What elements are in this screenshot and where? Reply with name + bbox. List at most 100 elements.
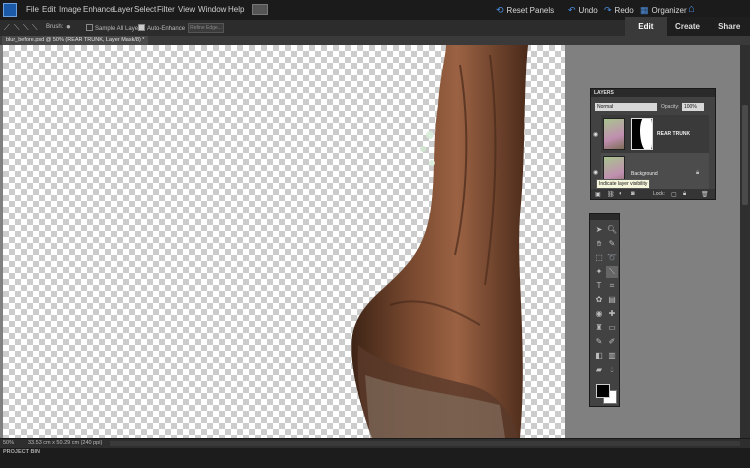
menu-file[interactable]: File (26, 5, 39, 14)
menu-select[interactable]: Select (134, 5, 156, 14)
mask-shape (640, 119, 652, 149)
selection-tool-icon[interactable]: ⟋ (4, 23, 10, 33)
lasso-tool-icon[interactable]: ➰ (606, 252, 618, 264)
lock-transparency-icon[interactable]: ▢ (671, 191, 677, 198)
toolbox-header[interactable] (590, 214, 619, 220)
menu-enhance[interactable]: Enhance (83, 5, 115, 14)
visibility-tooltip: Indicate layer visibility (596, 179, 651, 189)
brush-picker-icon[interactable]: ● (66, 22, 71, 31)
undo-icon: ↶ (568, 5, 576, 15)
blur-tool-icon[interactable]: ▰ (593, 364, 605, 376)
layers-panel-title[interactable]: LAYERS (591, 89, 715, 97)
organizer-button[interactable]: ▦ Organizer (640, 5, 687, 16)
marquee-tool-icon[interactable]: ⬚ (593, 252, 605, 264)
organizer-label: Organizer (651, 6, 687, 15)
hand-tool-icon[interactable]: ✋︎ (593, 238, 605, 250)
opacity-label: Opacity: (661, 104, 680, 110)
eraser-tool-icon[interactable]: ▭ (606, 322, 618, 334)
menu-help[interactable]: Help (228, 5, 244, 14)
project-bin-label[interactable]: PROJECT BIN (3, 449, 40, 455)
tab-create[interactable]: Create (666, 17, 709, 37)
menu-image[interactable]: Image (59, 5, 81, 14)
project-bin: PROJECT BIN (0, 448, 750, 468)
menu-window[interactable]: Window (198, 5, 226, 14)
document-tab[interactable]: blur_before.psd @ 50% (REAR TRUNK, Layer… (2, 36, 149, 45)
undo-label: Undo (578, 6, 598, 15)
checkbox-icon (86, 24, 93, 31)
lock-all-icon[interactable]: 🔒︎ (683, 191, 686, 198)
redo-icon: ↷ (604, 5, 612, 15)
brush-label: Brush: (46, 24, 64, 30)
blend-mode-select[interactable]: Normal (595, 103, 657, 111)
layer-row-rear-trunk[interactable]: ◉ REAR TRUNK (593, 115, 709, 153)
auto-enhance-checkbox[interactable]: Auto-Enhance (138, 24, 185, 32)
layer-thumbnail (603, 118, 625, 150)
healing-brush-tool-icon[interactable]: ✚ (606, 308, 618, 320)
eyedropper-tool-icon[interactable]: ✎ (606, 238, 618, 250)
move-tool-icon[interactable]: ➤ (593, 224, 605, 236)
redo-label: Redo (614, 6, 634, 15)
type-tool-icon[interactable]: T (593, 280, 605, 292)
layer-name: REAR TRUNK (657, 131, 691, 137)
layer-name: Background (631, 171, 658, 177)
tree-trunk-image (351, 45, 528, 438)
smart-brush-tool-icon[interactable]: ✐ (606, 336, 618, 348)
undo-button[interactable]: ↶ Undo (568, 5, 598, 16)
straighten-tool-icon[interactable]: ▤ (606, 294, 618, 306)
reset-panels-button[interactable]: ⟲ Reset Panels (496, 5, 554, 16)
tab-edit[interactable]: Edit (625, 17, 667, 37)
status-bar: 50% 33.53 cm x 50.29 cm (240 ppi) (0, 438, 750, 448)
menu-edit[interactable]: Edit (42, 5, 56, 14)
add-mask-icon[interactable]: ◙ (631, 191, 635, 197)
layer-mask-thumbnail[interactable] (631, 118, 653, 150)
workspace-layout-button[interactable] (252, 4, 268, 15)
gradient-tool-icon[interactable]: ▥ (606, 350, 618, 362)
organizer-icon: ▦ (640, 5, 649, 15)
visibility-eye-icon[interactable]: ◉ (593, 131, 598, 138)
menu-view[interactable]: View (178, 5, 195, 14)
new-selection-icon[interactable]: ⟍ (14, 23, 20, 33)
toolbox-panel: ➤ 🔍︎ ✋︎ ✎ ⬚ ➰ ✦ ⟍ T ⌗ ✿ ▤ ◉ ✚ ♜ ▭ ✎ ✐ ◧ … (589, 213, 620, 407)
add-selection-icon[interactable]: ⟍ (23, 23, 29, 33)
magic-wand-tool-icon[interactable]: ✦ (593, 266, 605, 278)
lock-label: Lock: (653, 191, 665, 197)
sample-all-label: Sample All Layers (95, 26, 144, 32)
subtract-selection-icon[interactable]: ⟍ (32, 23, 38, 33)
trash-icon[interactable]: 🗑︎ (701, 191, 709, 198)
menu-filter[interactable]: Filter (157, 5, 175, 14)
vertical-scrollbar[interactable] (740, 45, 750, 438)
app-logo-icon (3, 3, 17, 17)
new-layer-icon[interactable]: ▣ (595, 191, 601, 198)
home-icon[interactable]: ⌂ (688, 3, 695, 15)
refine-edge-button[interactable]: Refine Edge... (188, 23, 224, 33)
zoom-level[interactable]: 50% (3, 440, 14, 446)
adjustment-layer-icon[interactable]: ◐ (619, 191, 623, 197)
tab-share[interactable]: Share (708, 17, 750, 37)
paint-bucket-tool-icon[interactable]: ◧ (593, 350, 605, 362)
redo-button[interactable]: ↷ Redo (604, 5, 634, 16)
menu-layer[interactable]: Layer (113, 5, 133, 14)
link-layers-icon[interactable]: ⛓ (607, 191, 615, 198)
opacity-input[interactable]: 100% (682, 103, 704, 111)
brush-tool-icon[interactable]: ✎ (593, 336, 605, 348)
reset-panels-icon: ⟲ (496, 5, 504, 15)
document-tab-bar: blur_before.psd @ 50% (REAR TRUNK, Layer… (0, 36, 750, 45)
quick-selection-tool-icon[interactable]: ⟍ (606, 266, 618, 278)
mode-tabs: Edit Create Share (625, 17, 750, 37)
scrollbar-thumb[interactable] (742, 105, 748, 205)
crop-tool-icon[interactable]: ⌗ (606, 280, 618, 292)
sample-all-layers-checkbox[interactable]: Sample All Layers (86, 24, 143, 32)
foreground-color-swatch[interactable] (596, 384, 610, 398)
sponge-tool-icon[interactable]: 💧︎ (606, 364, 618, 376)
zoom-tool-icon[interactable]: 🔍︎ (606, 224, 618, 236)
visibility-eye-icon[interactable]: ◉ (593, 169, 598, 176)
clone-stamp-tool-icon[interactable]: ♜ (593, 322, 605, 334)
horizontal-scrollbar[interactable] (110, 441, 740, 446)
checkbox-checked-icon (138, 24, 145, 31)
red-eye-tool-icon[interactable]: ◉ (593, 308, 605, 320)
auto-enhance-label: Auto-Enhance (147, 26, 186, 32)
reset-panels-label: Reset Panels (506, 6, 555, 15)
lock-icon: 🔒︎ (696, 170, 700, 176)
document-dimensions: 33.53 cm x 50.29 cm (240 ppi) (28, 440, 103, 446)
cookie-cutter-tool-icon[interactable]: ✿ (593, 294, 605, 306)
